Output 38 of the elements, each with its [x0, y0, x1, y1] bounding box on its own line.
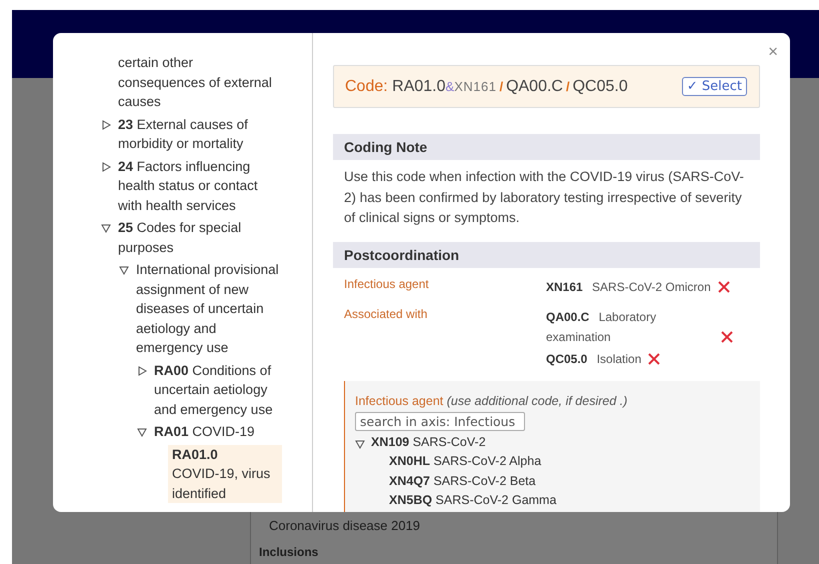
tree-item[interactable]: International provisional assignment of new diseases of uncertain aetiology and emergency use [136, 260, 282, 358]
select-button[interactable]: ✓ Select [682, 77, 747, 96]
tree-item[interactable]: RA01.0 COVID-19, virus identified [168, 444, 282, 503]
tree-item[interactable]: RA01 COVID-19 [154, 422, 282, 442]
postcoordination-value: QA00.C Laboratory examination [546, 308, 658, 346]
search-field[interactable]: search in axis: Infectious [355, 412, 525, 430]
tree-item[interactable]: certain other consequences of external causes [118, 53, 282, 112]
collapse-icon[interactable] [119, 265, 129, 275]
collapse-icon[interactable] [101, 223, 111, 233]
section-heading: Postcoordination [333, 242, 760, 268]
tree-item[interactable]: 25 Codes for special purposes [118, 218, 282, 257]
expand-icon[interactable] [101, 120, 111, 130]
close-button[interactable]: × [768, 43, 778, 60]
tree-item[interactable]: 24 Factors influencing health status or contact with health services [118, 156, 282, 215]
postcoordination-value: XN161 SARS-CoV-2 Omicron [546, 278, 711, 296]
section-heading: Inclusions [259, 545, 320, 559]
postcoordination-value: QC05.0 Isolation [546, 350, 642, 368]
axis-title: Infectious agent [355, 394, 444, 408]
tree-item[interactable]: RA00 Conditions of uncertain aetiology and emergency use [154, 360, 282, 419]
axis-hint: (use additional code, if desired .) [446, 394, 628, 408]
collapse-icon[interactable] [137, 427, 147, 437]
coding-note-text: Use this code when infection with the COVID-19 virus (SARS-CoV-2) has been confirmed by laboratory testing irrespective of severity of clinical signs or symptoms. [343, 168, 745, 227]
tree-item[interactable]: XN0HL SARS-CoV-2 Alpha [389, 454, 542, 468]
disease-title: Coronavirus disease 2019 [269, 518, 422, 533]
tree-item[interactable]: XN4Q7 SARS-CoV-2 Beta [389, 474, 536, 488]
tree-item[interactable]: XN109 SARS-CoV-2 [371, 434, 486, 448]
expand-icon[interactable] [101, 162, 111, 172]
tree-item[interactable]: XN5BQ SARS-CoV-2 Gamma [389, 493, 556, 507]
expand-icon[interactable] [137, 366, 147, 376]
tree-item[interactable]: 23 External causes of morbidity or mortality [118, 114, 282, 154]
axis-label[interactable]: Infectious agent [344, 276, 546, 296]
remove-icon[interactable] [648, 352, 660, 364]
axis-label[interactable]: Associated with [344, 306, 546, 368]
remove-icon[interactable] [721, 330, 733, 342]
section-heading: Coding Note [333, 134, 760, 160]
remove-icon[interactable] [718, 280, 730, 292]
code-string: Code: RA01.0&XN161 / QA00.C / QC05.0 [345, 78, 628, 96]
collapse-icon[interactable] [355, 438, 365, 448]
